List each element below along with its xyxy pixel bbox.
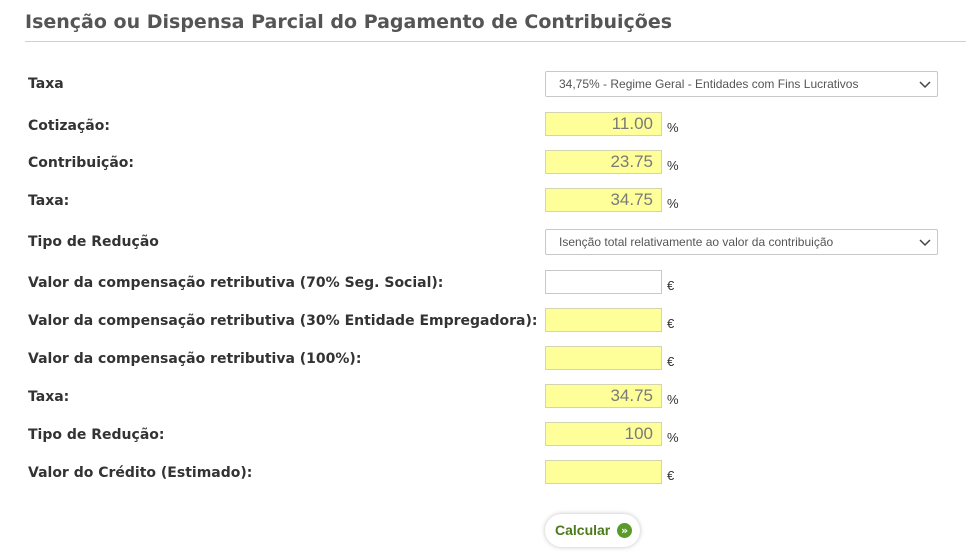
- title-divider: [25, 41, 966, 42]
- taxa-total-unit: %: [667, 196, 679, 211]
- taxa-total-field[interactable]: 34.75: [545, 188, 662, 212]
- cotizacao-field[interactable]: 11.00: [545, 112, 662, 136]
- comp-70-field[interactable]: [545, 270, 662, 294]
- taxa-select-value: 34,75% - Regime Geral - Entidades com Fi…: [559, 77, 859, 91]
- tipo-reducao-result-label: Tipo de Redução:: [28, 427, 165, 443]
- comp-30-unit: €: [667, 316, 675, 331]
- double-chevron-right-icon: »: [617, 523, 632, 538]
- tipo-reducao-select-value: Isenção total relativamente ao valor da …: [559, 235, 834, 249]
- chevron-down-icon: [919, 81, 931, 89]
- taxa-select-label: Taxa: [28, 76, 64, 92]
- credito-field[interactable]: [545, 460, 662, 484]
- taxa-result-field[interactable]: 34.75: [545, 384, 662, 408]
- credito-unit: €: [667, 468, 675, 483]
- credito-label: Valor do Crédito (Estimado):: [28, 465, 253, 481]
- comp-100-label: Valor da compensação retributiva (100%):: [28, 351, 362, 367]
- comp-70-label: Valor da compensação retributiva (70% Se…: [28, 275, 444, 291]
- taxa-result-unit: %: [667, 392, 679, 407]
- page-title: Isenção ou Dispensa Parcial do Pagamento…: [25, 11, 673, 33]
- contribuicao-label: Contribuição:: [28, 155, 135, 171]
- comp-100-unit: €: [667, 354, 675, 369]
- tipo-reducao-result-unit: %: [667, 430, 679, 445]
- tipo-reducao-result-field[interactable]: 100: [545, 422, 662, 446]
- taxa-select[interactable]: 34,75% - Regime Geral - Entidades com Fi…: [545, 71, 938, 97]
- tipo-reducao-select-label: Tipo de Redução: [28, 234, 159, 250]
- cotizacao-unit: %: [667, 120, 679, 135]
- taxa-result-label: Taxa:: [28, 389, 70, 405]
- comp-30-label: Valor da compensação retributiva (30% En…: [28, 313, 538, 329]
- calcular-button-label: Calcular: [555, 522, 611, 538]
- contribuicao-unit: %: [667, 158, 679, 173]
- comp-100-field[interactable]: [545, 346, 662, 370]
- comp-70-unit: €: [667, 278, 675, 293]
- taxa-total-label: Taxa:: [28, 193, 70, 209]
- cotizacao-label: Cotização:: [28, 118, 110, 134]
- contribuicao-field[interactable]: 23.75: [545, 150, 662, 174]
- calcular-button[interactable]: Calcular »: [545, 514, 640, 547]
- chevron-down-icon: [919, 239, 931, 247]
- comp-30-field[interactable]: [545, 308, 662, 332]
- tipo-reducao-select[interactable]: Isenção total relativamente ao valor da …: [545, 229, 938, 255]
